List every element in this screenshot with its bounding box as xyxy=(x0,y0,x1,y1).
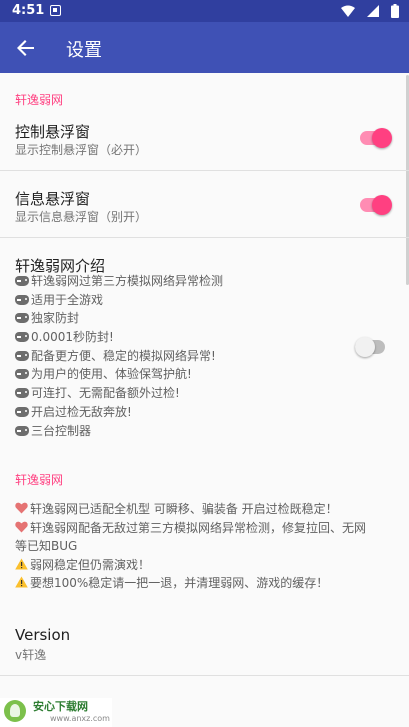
divider xyxy=(0,170,409,171)
watermark: 安心下载网 www.anxz.com xyxy=(0,698,112,727)
intro-line: 轩逸弱网过第三方模拟网络异常检测 xyxy=(15,272,223,291)
intro-line: 独家防封 xyxy=(15,309,223,328)
pref-summary: v轩逸 xyxy=(15,648,47,662)
intro-summary: 轩逸弱网过第三方模拟网络异常检测 适用于全游戏 独家防封 0.0001秒防封! … xyxy=(15,272,223,440)
divider xyxy=(0,237,409,238)
watermark-name: 安心下载网 xyxy=(33,700,88,713)
pref-title: 信息悬浮窗 xyxy=(15,190,91,208)
intro-line: 适用于全游戏 xyxy=(15,291,223,310)
heart-icon xyxy=(15,521,28,532)
gamepad-icon xyxy=(15,406,29,417)
intro-line: 三台控制器 xyxy=(15,422,223,441)
pref-title: 控制悬浮窗 xyxy=(15,123,91,141)
warning-icon xyxy=(15,576,28,588)
back-button[interactable] xyxy=(6,28,46,68)
gamepad-icon xyxy=(15,313,29,324)
info-float-switch[interactable] xyxy=(360,195,392,215)
pref-title: Version xyxy=(15,626,71,644)
category-header: 轩逸弱网 xyxy=(15,93,64,107)
status-icons xyxy=(335,4,399,18)
category-header: 轩逸弱网 xyxy=(15,473,64,487)
notification-icon xyxy=(50,5,61,16)
note-line: 轩逸弱网已适配全机型 可瞬移、骗装备 开启过检既稳定！ xyxy=(15,500,400,519)
notes-block: 轩逸弱网已适配全机型 可瞬移、骗装备 开启过检既稳定！ 轩逸弱网配备无敌过第三方… xyxy=(15,500,400,593)
warning-icon xyxy=(15,558,28,569)
note-line: 弱网稳定但仍需演戏！ xyxy=(15,556,400,575)
note-line: 轩逸弱网配备无敌过第三方模拟网络异常检测，修复拉回、无网 xyxy=(15,519,400,538)
status-time: 4:51 xyxy=(12,3,45,18)
page-title: 设置 xyxy=(66,40,102,61)
intro-line: 配备更方便、稳定的模拟网络异常! xyxy=(15,347,223,366)
intro-line: 0.0001秒防封! xyxy=(15,328,223,347)
gamepad-icon xyxy=(15,294,29,305)
gamepad-icon xyxy=(15,369,29,380)
status-bar: 4:51 xyxy=(0,0,409,22)
gamepad-icon xyxy=(15,388,29,399)
gamepad-icon xyxy=(15,276,29,286)
note-line: 要想100%稳定请一把一退，并清理弱网、游戏的缓存！ xyxy=(15,574,400,593)
gamepad-icon xyxy=(15,332,29,343)
app-bar: 设置 xyxy=(0,22,409,73)
intro-switch[interactable] xyxy=(355,337,387,357)
pref-summary: 显示信息悬浮窗（别开） xyxy=(15,210,148,224)
arrow-back-icon xyxy=(17,40,34,56)
intro-line: 开启过检无敌奔放! xyxy=(15,403,223,422)
note-line: 等已知BUG xyxy=(15,539,78,553)
watermark-url: www.anxz.com xyxy=(50,714,110,723)
pref-summary: 显示控制悬浮窗（必开） xyxy=(15,143,148,157)
wifi-icon xyxy=(340,5,355,17)
signal-icon xyxy=(366,5,379,17)
heart-icon xyxy=(15,502,28,514)
divider xyxy=(0,675,409,676)
gamepad-icon xyxy=(15,425,29,436)
watermark-logo-icon xyxy=(4,700,26,722)
battery-icon xyxy=(391,4,399,18)
intro-line: 可连打、无需配备额外过检! xyxy=(15,384,223,403)
preferences-list[interactable]: 轩逸弱网 控制悬浮窗 显示控制悬浮窗（必开） 信息悬浮窗 显示信息悬浮窗（别开）… xyxy=(0,73,409,727)
control-float-switch[interactable] xyxy=(360,128,392,148)
intro-line: 为用户的使用、体验保驾护航! xyxy=(15,365,223,384)
gamepad-icon xyxy=(15,350,29,361)
